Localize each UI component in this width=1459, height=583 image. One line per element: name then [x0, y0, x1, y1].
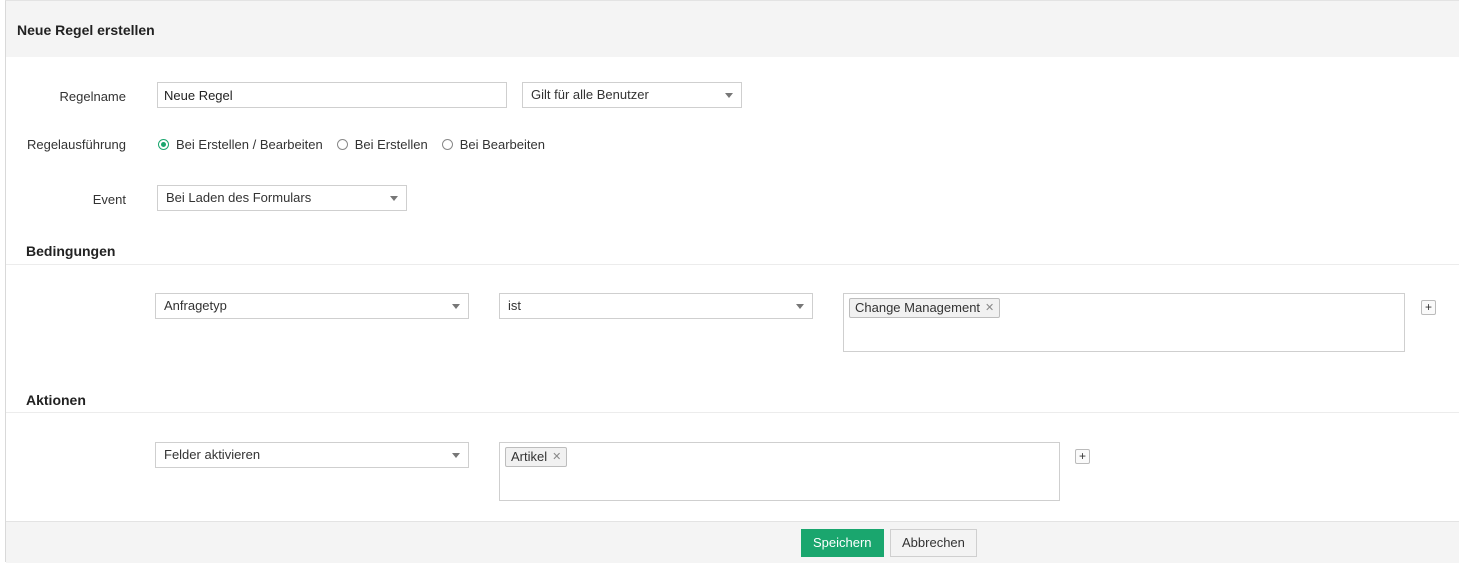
- cancel-button[interactable]: Abbrechen: [890, 529, 977, 557]
- tag-label: Artikel: [511, 449, 548, 464]
- radio-unchecked-icon: [336, 139, 348, 150]
- remove-tag-icon[interactable]: ✕: [552, 448, 561, 466]
- radio-create-label: Bei Erstellen: [354, 137, 428, 152]
- add-action-button[interactable]: +: [1075, 449, 1090, 464]
- tag-artikel: Artikel ✕: [505, 447, 568, 467]
- radio-create[interactable]: Bei Erstellen: [336, 137, 428, 152]
- scope-select-value: Gilt für alle Benutzer: [531, 87, 649, 102]
- dialog-title: Neue Regel erstellen: [17, 22, 155, 38]
- radio-create-edit[interactable]: Bei Erstellen / Bearbeiten: [158, 137, 323, 152]
- action-values-box[interactable]: Artikel ✕: [499, 442, 1060, 501]
- add-condition-button[interactable]: +: [1421, 300, 1436, 315]
- condition-field-select[interactable]: Anfragetyp: [155, 293, 469, 319]
- remove-tag-icon[interactable]: ✕: [985, 299, 994, 317]
- tag-label: Change Management: [855, 300, 981, 315]
- actions-title: Aktionen: [26, 392, 86, 408]
- event-select-value: Bei Laden des Formulars: [166, 190, 312, 205]
- save-button[interactable]: Speichern: [801, 529, 884, 557]
- condition-operator-value: ist: [508, 298, 521, 313]
- conditions-title: Bedingungen: [26, 243, 116, 259]
- dialog-header: Neue Regel erstellen: [6, 1, 1459, 57]
- rule-dialog: Neue Regel erstellen Regelname Gilt für …: [5, 0, 1459, 563]
- action-select-value: Felder aktivieren: [164, 447, 261, 462]
- radio-edit-label: Bei Bearbeiten: [459, 137, 545, 152]
- radio-checked-icon: [158, 139, 169, 150]
- actions-divider: [6, 412, 1459, 413]
- condition-values-box[interactable]: Change Management ✕: [843, 293, 1405, 352]
- radio-create-edit-label: Bei Erstellen / Bearbeiten: [176, 137, 323, 152]
- tag-change-management: Change Management ✕: [849, 298, 1001, 318]
- execution-label: Regelausführung: [26, 137, 126, 152]
- radio-edit[interactable]: Bei Bearbeiten: [441, 137, 545, 152]
- action-select[interactable]: Felder aktivieren: [155, 442, 469, 468]
- scope-select[interactable]: Gilt für alle Benutzer: [522, 82, 742, 108]
- rule-name-input[interactable]: [157, 82, 507, 108]
- condition-operator-select[interactable]: ist: [499, 293, 813, 319]
- event-label: Event: [92, 192, 126, 207]
- chevron-down-icon: [452, 453, 460, 458]
- chevron-down-icon: [452, 304, 460, 309]
- rule-name-label: Regelname: [59, 89, 127, 104]
- chevron-down-icon: [796, 304, 804, 309]
- condition-field-value: Anfragetyp: [164, 298, 227, 313]
- dialog-footer: Speichern Abbrechen: [6, 521, 1459, 563]
- event-select[interactable]: Bei Laden des Formulars: [157, 185, 407, 211]
- chevron-down-icon: [390, 196, 398, 201]
- radio-unchecked-icon: [441, 139, 453, 150]
- execution-radio-group: Bei Erstellen / Bearbeiten Bei Erstellen…: [158, 137, 559, 152]
- conditions-divider: [6, 264, 1459, 265]
- chevron-down-icon: [725, 93, 733, 98]
